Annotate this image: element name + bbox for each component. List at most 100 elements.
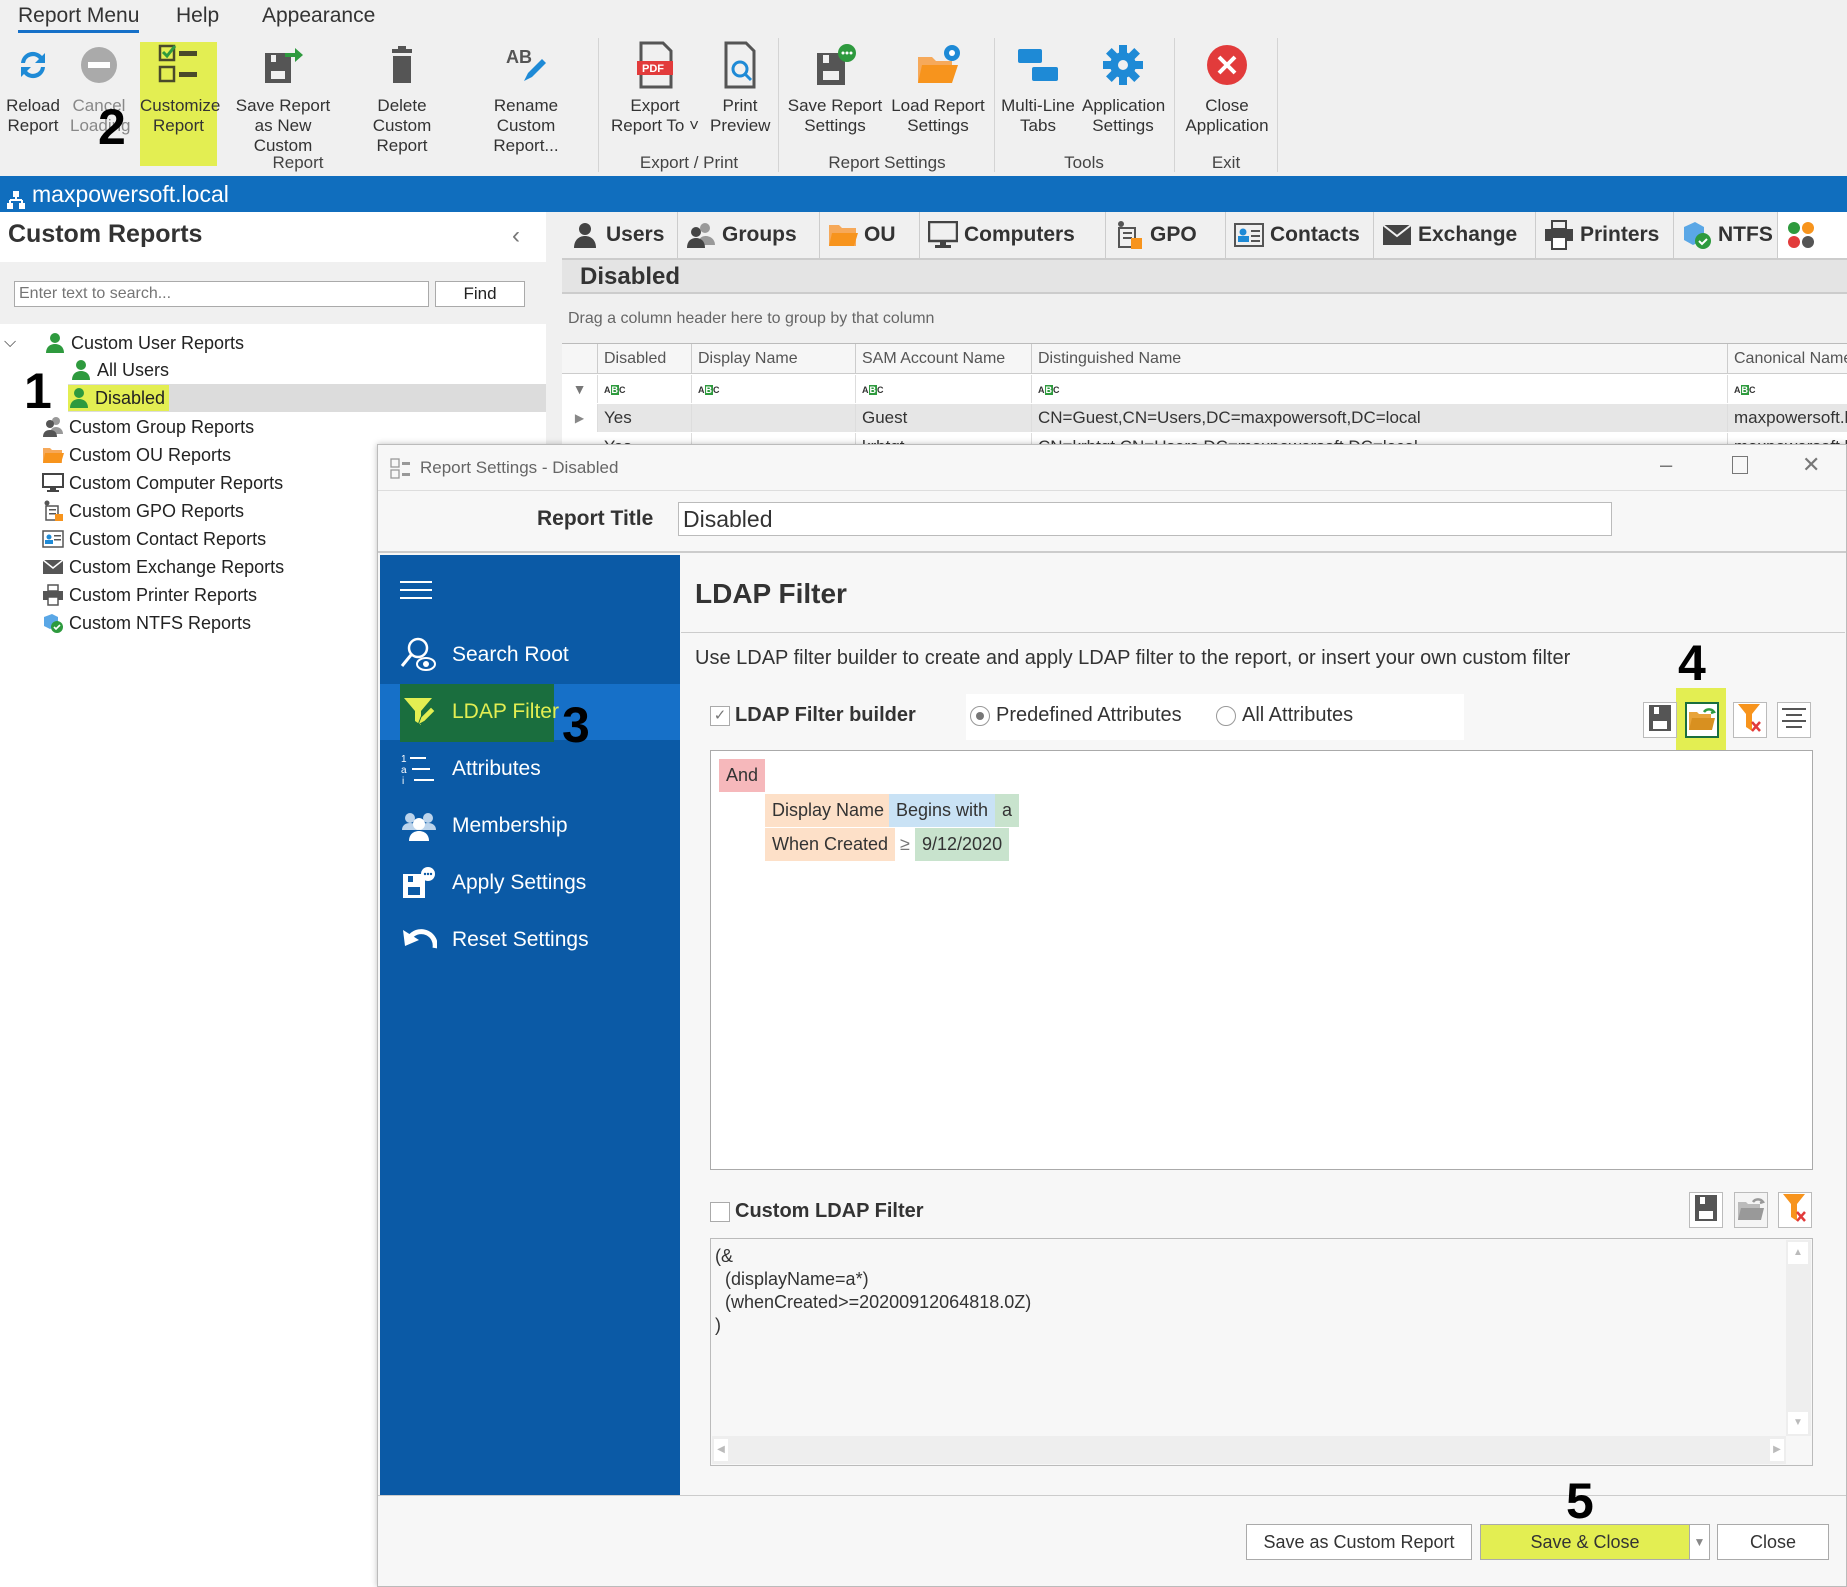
report-title-input[interactable] xyxy=(678,502,1612,536)
tab-groups[interactable]: Groups xyxy=(678,212,820,258)
builder-checkbox[interactable]: ✓ xyxy=(710,705,730,726)
column-header-sam-account-name[interactable]: SAM Account Name xyxy=(856,344,1032,374)
save-as-custom-report-button[interactable]: Save as Custom Report xyxy=(1246,1524,1472,1560)
tree-item-custom-ntfs-reports[interactable]: Custom NTFS Reports xyxy=(42,610,251,636)
tab-exchange[interactable]: Exchange xyxy=(1374,212,1536,258)
application-settings-button[interactable]: Application Settings xyxy=(1082,42,1165,136)
tab-ou[interactable]: OU xyxy=(820,212,920,258)
tree-item-custom-group-reports[interactable]: Custom Group Reports xyxy=(42,414,254,440)
tree-item-custom-ou-reports[interactable]: Custom OU Reports xyxy=(42,442,231,468)
domain-name: maxpowersoft.local xyxy=(32,181,229,207)
group-operator-chip[interactable]: And xyxy=(719,759,766,792)
load-report-settings-button[interactable]: Load Report Settings xyxy=(890,42,986,136)
membership-icon xyxy=(400,807,438,845)
tree-item-custom-exchange-reports[interactable]: Custom Exchange Reports xyxy=(42,554,284,580)
text-filter-icon: ABC xyxy=(1734,385,1756,395)
export-report-to-button[interactable]: PDF Export Report To ˅ xyxy=(606,41,704,136)
attributes-icon: 1ai xyxy=(400,750,438,788)
filter-cell[interactable]: ABC xyxy=(1728,375,1847,403)
horizontal-scrollbar[interactable]: ◀ ▶ xyxy=(712,1436,1786,1464)
customize-report-button[interactable]: Customize Report xyxy=(140,42,220,166)
collapse-panel-button[interactable]: ‹ xyxy=(512,222,520,250)
print-preview-button[interactable]: Print Preview xyxy=(710,41,770,136)
column-header-disabled[interactable]: Disabled xyxy=(598,344,692,374)
tab-ntfs[interactable]: NTFS xyxy=(1674,212,1778,258)
ribbon-group-exit: Exit xyxy=(1211,153,1241,172)
close-window-button[interactable]: ✕ xyxy=(1802,452,1820,478)
menu-appearance[interactable]: Appearance xyxy=(262,4,375,28)
filter-cell[interactable]: ABC xyxy=(1032,375,1728,403)
load-custom-filter-button[interactable] xyxy=(1734,1192,1768,1228)
maximize-button[interactable] xyxy=(1732,456,1748,474)
hamburger-menu-button[interactable] xyxy=(400,580,432,605)
condition-attribute-chip[interactable]: When Created xyxy=(765,828,896,861)
nav-ldap-filter[interactable]: LDAP Filter xyxy=(380,684,680,742)
tree-item-custom-printer-reports[interactable]: Custom Printer Reports xyxy=(42,582,257,608)
tree-item-custom-user-reports[interactable]: ⌵ Custom User Reports xyxy=(4,330,244,356)
close-button[interactable]: Close xyxy=(1717,1524,1829,1560)
tab-more[interactable] xyxy=(1778,212,1847,258)
load-filter-button[interactable] xyxy=(1685,702,1719,738)
menu-report-menu[interactable]: Report Menu xyxy=(18,4,140,33)
clear-filter-button[interactable] xyxy=(1733,702,1767,738)
clear-custom-filter-button[interactable] xyxy=(1778,1192,1812,1228)
save-options-dropdown[interactable]: ▼ xyxy=(1689,1524,1710,1560)
nav-membership[interactable]: Membership xyxy=(380,798,680,854)
custom-filter-textarea[interactable]: (& (displayName=a*) (whenCreated>=202009… xyxy=(710,1238,1813,1466)
delete-custom-report-button[interactable]: Delete Custom Report xyxy=(348,42,456,156)
nav-search-root[interactable]: Search Root xyxy=(380,627,680,683)
find-button[interactable]: Find xyxy=(435,281,525,307)
multi-line-tabs-button[interactable]: Multi-Line Tabs xyxy=(1000,42,1076,136)
save-filter-button[interactable] xyxy=(1643,702,1677,738)
condition-operator-chip[interactable]: Begins with xyxy=(889,794,996,827)
chevron-down-icon[interactable]: ⌵ xyxy=(4,330,36,356)
minimize-button[interactable]: – xyxy=(1660,452,1672,478)
computer-icon xyxy=(42,472,64,494)
filter-cell[interactable]: ABC xyxy=(856,375,1032,403)
column-header-canonical-name[interactable]: Canonical Name xyxy=(1728,344,1847,374)
tree-item-custom-computer-reports[interactable]: Custom Computer Reports xyxy=(42,470,283,496)
column-header-display-name[interactable]: Display Name xyxy=(692,344,856,374)
save-custom-filter-button[interactable] xyxy=(1689,1192,1723,1228)
close-app-icon xyxy=(1204,42,1250,88)
menu-help[interactable]: Help xyxy=(176,4,219,28)
ldap-filter-builder-toggle[interactable]: ✓ LDAP Filter builder xyxy=(710,704,916,727)
tree-item-custom-gpo-reports[interactable]: Custom GPO Reports xyxy=(42,498,244,524)
save-and-close-button[interactable]: Save & Close xyxy=(1480,1524,1690,1560)
condition-value-chip[interactable]: 9/12/2020 xyxy=(915,828,1010,861)
vertical-scrollbar[interactable]: ▲ ▼ xyxy=(1786,1240,1811,1436)
report-title: Disabled xyxy=(562,260,1847,294)
save-report-settings-button[interactable]: Save Report Settings xyxy=(786,42,884,136)
condition-operator-chip[interactable]: ≥ xyxy=(893,828,917,861)
tree-item-disabled[interactable]: Disabled xyxy=(68,385,170,411)
tree-item-all-users[interactable]: All Users xyxy=(70,357,169,383)
column-header-distinguished-name[interactable]: Distinguished Name xyxy=(1032,344,1728,374)
tab-gpo[interactable]: GPO xyxy=(1106,212,1226,258)
filter-cell[interactable]: ABC xyxy=(692,375,856,403)
tree-item-custom-contact-reports[interactable]: Custom Contact Reports xyxy=(42,526,266,552)
tab-users[interactable]: Users xyxy=(562,212,678,258)
filter-cell[interactable]: ABC xyxy=(598,375,692,403)
search-input[interactable] xyxy=(14,281,429,307)
tab-computers[interactable]: Computers xyxy=(920,212,1106,258)
custom-filter-checkbox[interactable] xyxy=(710,1201,730,1222)
nav-attributes[interactable]: 1ai Attributes xyxy=(380,741,680,797)
format-filter-button[interactable] xyxy=(1777,702,1811,738)
tab-printers[interactable]: Printers xyxy=(1536,212,1674,258)
save-report-as-new-custom-button[interactable]: Save Report as New Custom xyxy=(224,42,342,156)
reload-report-button[interactable]: Reload Report xyxy=(4,42,62,136)
cancel-icon xyxy=(76,42,122,88)
condition-value-chip[interactable]: a xyxy=(995,794,1020,827)
reload-icon xyxy=(10,42,56,88)
filter-row-icon[interactable]: ▼ xyxy=(562,375,598,403)
filter-builder-area[interactable]: And Display Name Begins with a When Crea… xyxy=(710,750,1813,1170)
condition-attribute-chip[interactable]: Display Name xyxy=(765,794,892,827)
custom-ldap-filter-toggle[interactable]: Custom LDAP Filter xyxy=(710,1200,924,1223)
nav-reset-settings[interactable]: Reset Settings xyxy=(380,912,680,968)
nav-apply-settings[interactable]: Apply Settings xyxy=(380,855,680,911)
rename-custom-report-button[interactable]: AB Rename Custom Report... xyxy=(464,42,588,156)
radio-predefined-attributes[interactable]: Predefined Attributes xyxy=(970,704,1182,727)
tab-contacts[interactable]: Contacts xyxy=(1226,212,1374,258)
close-application-button[interactable]: Close Application xyxy=(1182,42,1272,136)
radio-all-attributes[interactable]: All Attributes xyxy=(1216,704,1353,727)
